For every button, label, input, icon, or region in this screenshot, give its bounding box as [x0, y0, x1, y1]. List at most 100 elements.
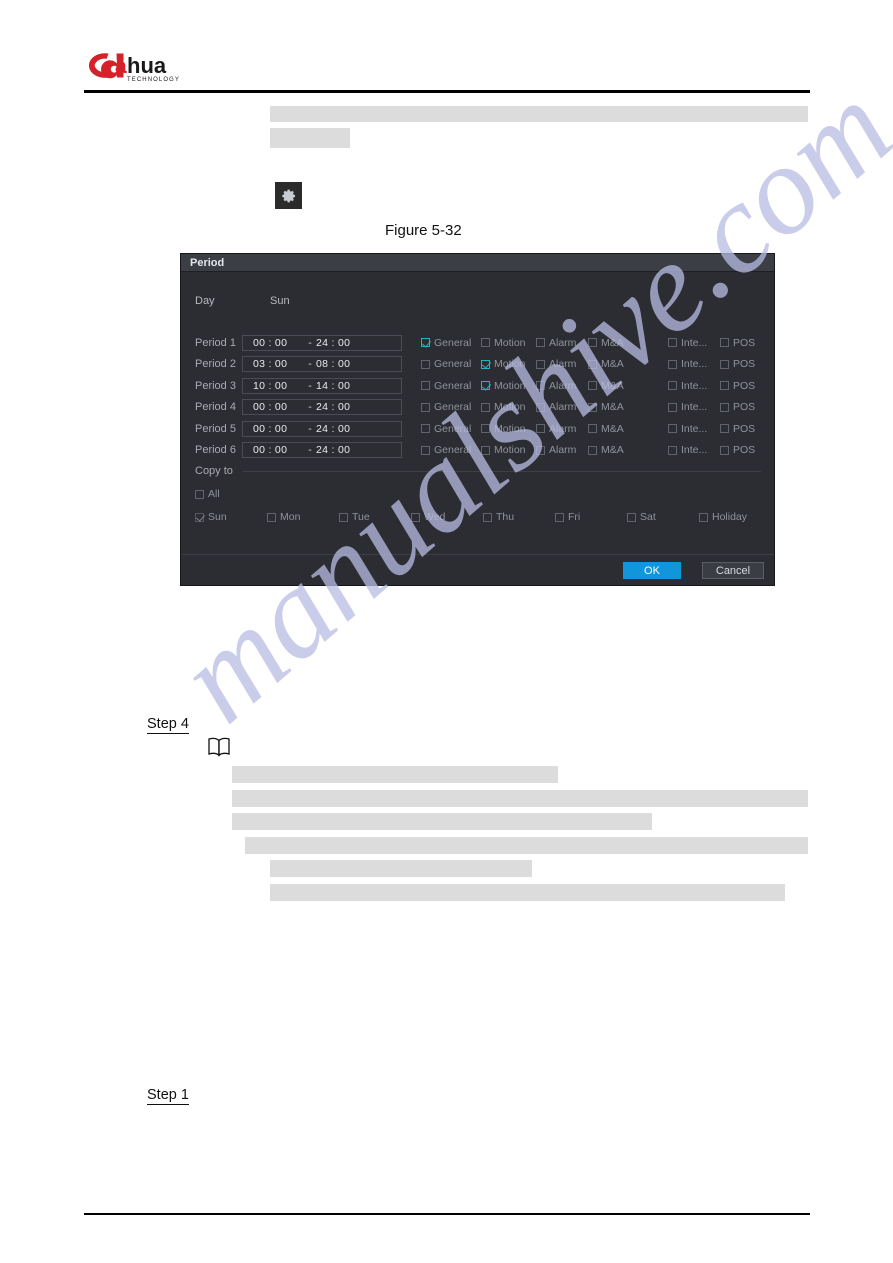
- checkbox-intelligent[interactable]: Inte...: [668, 358, 720, 370]
- period-start-time[interactable]: 10 : 00: [243, 380, 287, 392]
- checkbox-general-box[interactable]: [421, 424, 430, 434]
- period-start-time[interactable]: 03 : 00: [243, 358, 287, 370]
- checkbox-intelligent[interactable]: Inte...: [668, 401, 720, 413]
- checkbox-alarm-box[interactable]: [536, 381, 545, 391]
- checkbox-general[interactable]: General: [421, 444, 481, 456]
- period-start-time[interactable]: 00 : 00: [243, 337, 287, 349]
- checkbox-alarm-box[interactable]: [536, 424, 545, 434]
- checkbox-alarm-box[interactable]: [536, 338, 545, 348]
- checkbox-alarm[interactable]: Alarm: [536, 337, 588, 349]
- period-end-time[interactable]: 24 : 00: [316, 401, 350, 413]
- checkbox-day-tue-box[interactable]: [339, 512, 348, 522]
- period-end-time[interactable]: 14 : 00: [316, 380, 350, 392]
- checkbox-pos[interactable]: POS: [720, 423, 760, 435]
- checkbox-pos[interactable]: POS: [720, 337, 760, 349]
- period-end-time[interactable]: 24 : 00: [316, 444, 350, 456]
- checkbox-general-box[interactable]: [421, 359, 430, 369]
- checkbox-motion-box[interactable]: [481, 424, 490, 434]
- checkbox-ma[interactable]: M&A: [588, 401, 668, 413]
- checkbox-ma[interactable]: M&A: [588, 358, 668, 370]
- period-time-range-input[interactable]: 03 : 00 -08 : 00: [242, 356, 402, 373]
- checkbox-intelligent-box[interactable]: [668, 338, 677, 348]
- checkbox-motion[interactable]: Motion: [481, 444, 536, 456]
- checkbox-ma[interactable]: M&A: [588, 380, 668, 392]
- checkbox-day-sat-box[interactable]: [627, 512, 636, 522]
- ok-button[interactable]: OK: [623, 562, 681, 579]
- checkbox-intelligent-box[interactable]: [668, 424, 677, 434]
- checkbox-alarm[interactable]: Alarm: [536, 358, 588, 370]
- period-start-time[interactable]: 00 : 00: [243, 423, 287, 435]
- checkbox-day-mon[interactable]: Mon: [267, 511, 339, 523]
- checkbox-ma[interactable]: M&A: [588, 423, 668, 435]
- checkbox-general-box[interactable]: [421, 402, 430, 412]
- checkbox-motion[interactable]: Motion: [481, 401, 536, 413]
- period-time-range-input[interactable]: 00 : 00 -24 : 00: [242, 399, 402, 416]
- checkbox-ma-box[interactable]: [588, 424, 597, 434]
- checkbox-day-fri[interactable]: Fri: [555, 511, 627, 523]
- checkbox-general-box[interactable]: [421, 338, 430, 348]
- period-end-time[interactable]: 24 : 00: [316, 423, 350, 435]
- checkbox-day-wed-box[interactable]: [411, 512, 420, 522]
- checkbox-day-tue[interactable]: Tue: [339, 511, 411, 523]
- checkbox-alarm[interactable]: Alarm: [536, 444, 588, 456]
- checkbox-general-box[interactable]: [421, 445, 430, 455]
- period-time-range-input[interactable]: 10 : 00 -14 : 00: [242, 377, 402, 394]
- checkbox-motion-box[interactable]: [481, 338, 490, 348]
- checkbox-all[interactable]: [195, 489, 204, 499]
- checkbox-alarm-box[interactable]: [536, 445, 545, 455]
- checkbox-motion-box[interactable]: [481, 402, 490, 412]
- checkbox-motion[interactable]: Motion: [481, 337, 536, 349]
- checkbox-pos[interactable]: POS: [720, 401, 760, 413]
- checkbox-motion[interactable]: Motion: [481, 423, 536, 435]
- checkbox-alarm[interactable]: Alarm: [536, 401, 588, 413]
- checkbox-ma-box[interactable]: [588, 338, 597, 348]
- checkbox-ma-box[interactable]: [588, 402, 597, 412]
- checkbox-intelligent[interactable]: Inte...: [668, 380, 720, 392]
- checkbox-ma-box[interactable]: [588, 359, 597, 369]
- checkbox-day-mon-box[interactable]: [267, 512, 276, 522]
- checkbox-motion-box[interactable]: [481, 381, 490, 391]
- checkbox-intelligent-box[interactable]: [668, 402, 677, 412]
- period-end-time[interactable]: 08 : 00: [316, 358, 350, 370]
- checkbox-day-fri-box[interactable]: [555, 512, 564, 522]
- checkbox-alarm[interactable]: Alarm: [536, 380, 588, 392]
- checkbox-pos-box[interactable]: [720, 359, 729, 369]
- checkbox-day-thu[interactable]: Thu: [483, 511, 555, 523]
- checkbox-motion[interactable]: Motion: [481, 380, 536, 392]
- checkbox-general[interactable]: General: [421, 401, 481, 413]
- checkbox-day-sun-box[interactable]: [195, 512, 204, 522]
- gear-icon[interactable]: [275, 182, 302, 209]
- checkbox-alarm[interactable]: Alarm: [536, 423, 588, 435]
- checkbox-intelligent-box[interactable]: [668, 445, 677, 455]
- checkbox-pos[interactable]: POS: [720, 358, 760, 370]
- checkbox-pos-box[interactable]: [720, 381, 729, 391]
- checkbox-ma[interactable]: M&A: [588, 337, 668, 349]
- checkbox-day-holiday[interactable]: Holiday: [699, 511, 747, 523]
- checkbox-general[interactable]: General: [421, 337, 481, 349]
- checkbox-alarm-box[interactable]: [536, 359, 545, 369]
- checkbox-general[interactable]: General: [421, 380, 481, 392]
- checkbox-pos-box[interactable]: [720, 424, 729, 434]
- period-time-range-input[interactable]: 00 : 00 -24 : 00: [242, 334, 402, 351]
- checkbox-day-thu-box[interactable]: [483, 512, 492, 522]
- checkbox-day-wed[interactable]: Wed: [411, 511, 483, 523]
- checkbox-pos-box[interactable]: [720, 338, 729, 348]
- checkbox-pos[interactable]: POS: [720, 444, 760, 456]
- checkbox-pos[interactable]: POS: [720, 380, 760, 392]
- period-time-range-input[interactable]: 00 : 00 -24 : 00: [242, 442, 402, 459]
- checkbox-day-sun[interactable]: Sun: [195, 511, 267, 523]
- cancel-button[interactable]: Cancel: [702, 562, 764, 579]
- period-time-range-input[interactable]: 00 : 00 -24 : 00: [242, 420, 402, 437]
- period-start-time[interactable]: 00 : 00: [243, 444, 287, 456]
- checkbox-intelligent-box[interactable]: [668, 359, 677, 369]
- checkbox-general[interactable]: General: [421, 358, 481, 370]
- checkbox-alarm-box[interactable]: [536, 402, 545, 412]
- checkbox-intelligent[interactable]: Inte...: [668, 444, 720, 456]
- checkbox-day-sat[interactable]: Sat: [627, 511, 699, 523]
- period-end-time[interactable]: 24 : 00: [316, 337, 350, 349]
- checkbox-pos-box[interactable]: [720, 402, 729, 412]
- checkbox-pos-box[interactable]: [720, 445, 729, 455]
- checkbox-ma-box[interactable]: [588, 381, 597, 391]
- checkbox-motion-box[interactable]: [481, 359, 490, 369]
- period-start-time[interactable]: 00 : 00: [243, 401, 287, 413]
